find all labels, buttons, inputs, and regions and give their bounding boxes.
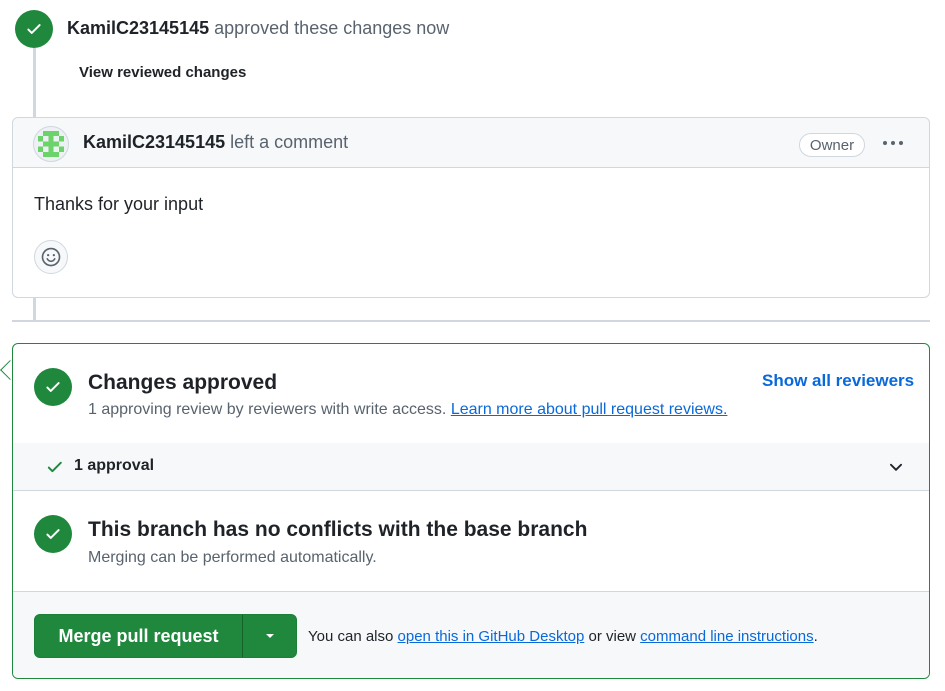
- merge-pull-request-button[interactable]: Merge pull request: [35, 615, 243, 657]
- approved-sub-text: 1 approving review by reviewers with wri…: [88, 401, 447, 418]
- footer-prefix: You can also: [308, 628, 394, 645]
- show-all-reviewers-link[interactable]: Show all reviewers: [762, 371, 914, 391]
- comment-title: KamilC23145145 left a comment: [83, 132, 348, 153]
- merge-footer: Merge pull request You can also open thi…: [13, 591, 929, 678]
- footer-mid: or view: [588, 628, 636, 645]
- kebab-menu-icon[interactable]: [879, 131, 907, 155]
- comment-action: left a comment: [230, 132, 349, 152]
- approval-row[interactable]: 1 approval: [13, 443, 929, 491]
- learn-more-reviews-link[interactable]: Learn more about pull request reviews.: [451, 401, 728, 418]
- merge-options-dropdown[interactable]: [243, 615, 296, 657]
- footer-suffix: .: [813, 628, 818, 645]
- approved-check-icon: [15, 10, 53, 48]
- changes-approved-subtitle: 1 approving review by reviewers with wri…: [88, 401, 727, 419]
- no-conflicts-check-icon: [34, 515, 72, 553]
- add-reaction-button[interactable]: [34, 240, 68, 274]
- timeline-divider: [12, 320, 930, 322]
- timeline-line-top: [33, 48, 36, 118]
- no-conflicts-title: This branch has no conflicts with the ba…: [88, 518, 588, 541]
- approval-check-icon: [47, 461, 62, 473]
- merge-button-group: Merge pull request: [34, 614, 297, 658]
- merge-footer-text: You can also open this in GitHub Desktop…: [308, 628, 818, 645]
- changes-approved-check-icon: [34, 368, 72, 406]
- merge-box: Changes approved 1 approving review by r…: [12, 343, 930, 679]
- approval-count: 1 approval: [74, 457, 155, 474]
- changes-approved-title: Changes approved: [88, 371, 278, 394]
- timeline-line-middle: [33, 297, 36, 321]
- caret-down-icon: [265, 634, 274, 638]
- approval-event-text: KamilC23145145 approved these changes no…: [67, 18, 449, 39]
- command-line-instructions-link[interactable]: command line instructions: [640, 628, 813, 645]
- chevron-down-icon[interactable]: [887, 458, 905, 476]
- comment-header: KamilC23145145 left a comment Owner: [13, 118, 929, 168]
- no-conflicts-subtitle: Merging can be performed automatically.: [88, 549, 377, 566]
- approval-author-link[interactable]: KamilC23145145: [67, 18, 209, 38]
- avatar[interactable]: [33, 126, 69, 162]
- comment-body: Thanks for your input: [34, 194, 204, 214]
- owner-badge: Owner: [799, 133, 865, 157]
- smiley-icon: [41, 247, 61, 267]
- open-github-desktop-link[interactable]: open this in GitHub Desktop: [398, 628, 585, 645]
- comment-box: KamilC23145145 left a comment Owner Than…: [12, 117, 930, 298]
- view-reviewed-changes-link[interactable]: View reviewed changes: [79, 64, 246, 81]
- approval-action: approved these changes now: [214, 18, 450, 38]
- comment-author-link[interactable]: KamilC23145145: [83, 132, 225, 152]
